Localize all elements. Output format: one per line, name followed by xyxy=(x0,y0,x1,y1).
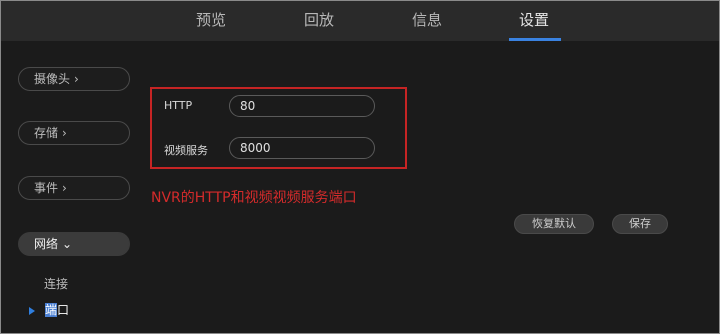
sidebar-item-label: 事件 xyxy=(34,181,59,195)
sidebar-item-network[interactable]: 网络 ⌄ xyxy=(18,232,130,256)
top-nav: 预览 回放 信息 设置 xyxy=(1,1,719,41)
annotation-text: NVR的HTTP和视频视频服务端口 xyxy=(151,190,357,206)
http-port-label: HTTP xyxy=(164,99,193,112)
tab-settings[interactable]: 设置 xyxy=(499,1,569,41)
video-service-port-label: 视频服务 xyxy=(164,144,208,157)
sidebar-subitem-port[interactable]: 端口 xyxy=(44,301,70,318)
http-port-input[interactable] xyxy=(229,95,375,117)
chevron-down-icon: ⌄ xyxy=(62,237,73,251)
sidebar-item-label: 网络 xyxy=(34,237,59,251)
chevron-right-icon: › xyxy=(74,72,79,86)
sidebar-subitem-port-label: 口 xyxy=(57,303,70,317)
sidebar-item-event[interactable]: 事件 › xyxy=(18,176,130,200)
settings-panel: 摄像头› 存储› 事件› 网络⌄ 连接 端口 HTTP 视频服务 NVR的HTT… xyxy=(1,41,719,333)
restore-defaults-button[interactable]: 恢复默认 xyxy=(514,214,594,234)
sidebar-item-storage[interactable]: 存储 › xyxy=(18,121,130,145)
tab-playback[interactable]: 回放 xyxy=(284,1,354,41)
caret-right-icon xyxy=(29,307,35,315)
video-service-port-input[interactable] xyxy=(229,137,375,159)
sidebar-item-label: 存储 xyxy=(34,126,59,140)
tab-preview[interactable]: 预览 xyxy=(176,1,246,41)
tab-info[interactable]: 信息 xyxy=(392,1,462,41)
save-button[interactable]: 保存 xyxy=(612,214,668,234)
chevron-right-icon: › xyxy=(62,126,67,140)
sidebar-subitem-port-highlight: 端 xyxy=(45,303,58,317)
sidebar-item-camera[interactable]: 摄像头 › xyxy=(18,67,130,91)
sidebar-subitem-connection[interactable]: 连接 xyxy=(44,275,68,292)
sidebar-item-label: 摄像头 xyxy=(34,72,71,86)
chevron-right-icon: › xyxy=(62,181,67,195)
